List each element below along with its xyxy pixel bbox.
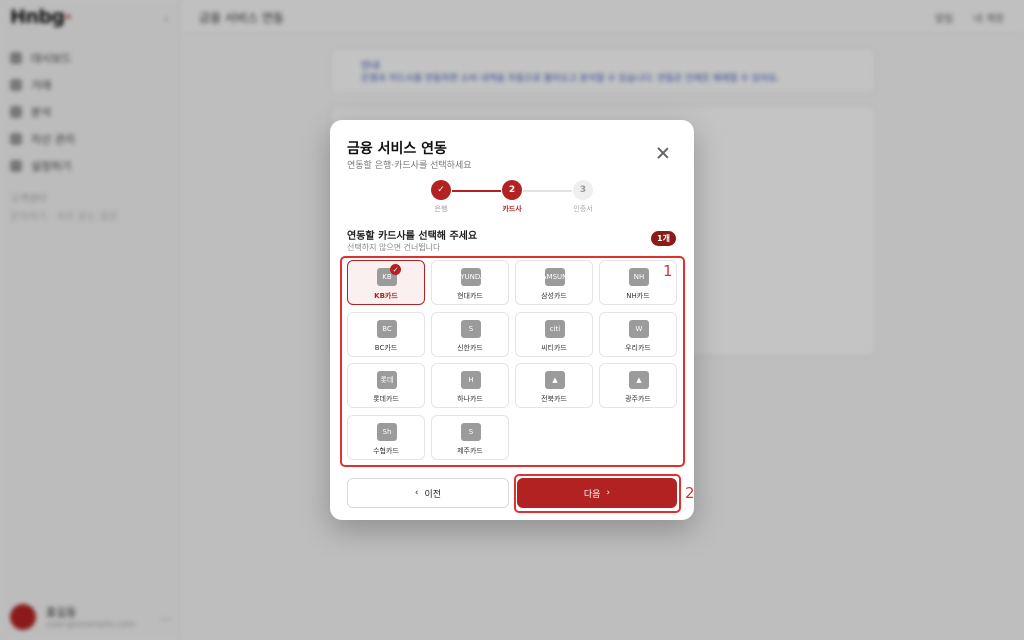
annotation-box-card-grid (340, 256, 685, 467)
prev-button-label: 이전 (424, 489, 442, 500)
prev-button[interactable]: ‹ 이전 (347, 478, 509, 508)
section-subtitle: 선택하지 않으면 건너뜁니다 (347, 243, 441, 252)
annotation-box-next-button (514, 474, 681, 513)
stepper-line-done (452, 190, 501, 192)
stepper-line-todo (523, 190, 572, 192)
chevron-left-icon: ‹ (414, 488, 419, 498)
step-2-active: 2 (502, 180, 522, 200)
step-2-label: 카드사 (502, 205, 522, 213)
annotation-label-1: 1 (663, 262, 673, 280)
selected-count-badge: 1개 (651, 231, 676, 246)
annotation-label-2: 2 (685, 484, 695, 502)
step-1-done: ✓ (431, 180, 451, 200)
step-3-todo: 3 (573, 180, 593, 200)
section-title: 연동할 카드사를 선택해 주세요 (347, 231, 478, 242)
modal-subtitle: 연동할 은행·카드사를 선택하세요 (347, 161, 472, 171)
check-icon: ✓ (437, 185, 445, 195)
step-3-label: 인증서 (573, 205, 593, 213)
modal-title: 금융 서비스 연동 (347, 141, 447, 157)
close-icon[interactable] (657, 147, 669, 159)
step-1-label: 은행 (434, 205, 448, 213)
